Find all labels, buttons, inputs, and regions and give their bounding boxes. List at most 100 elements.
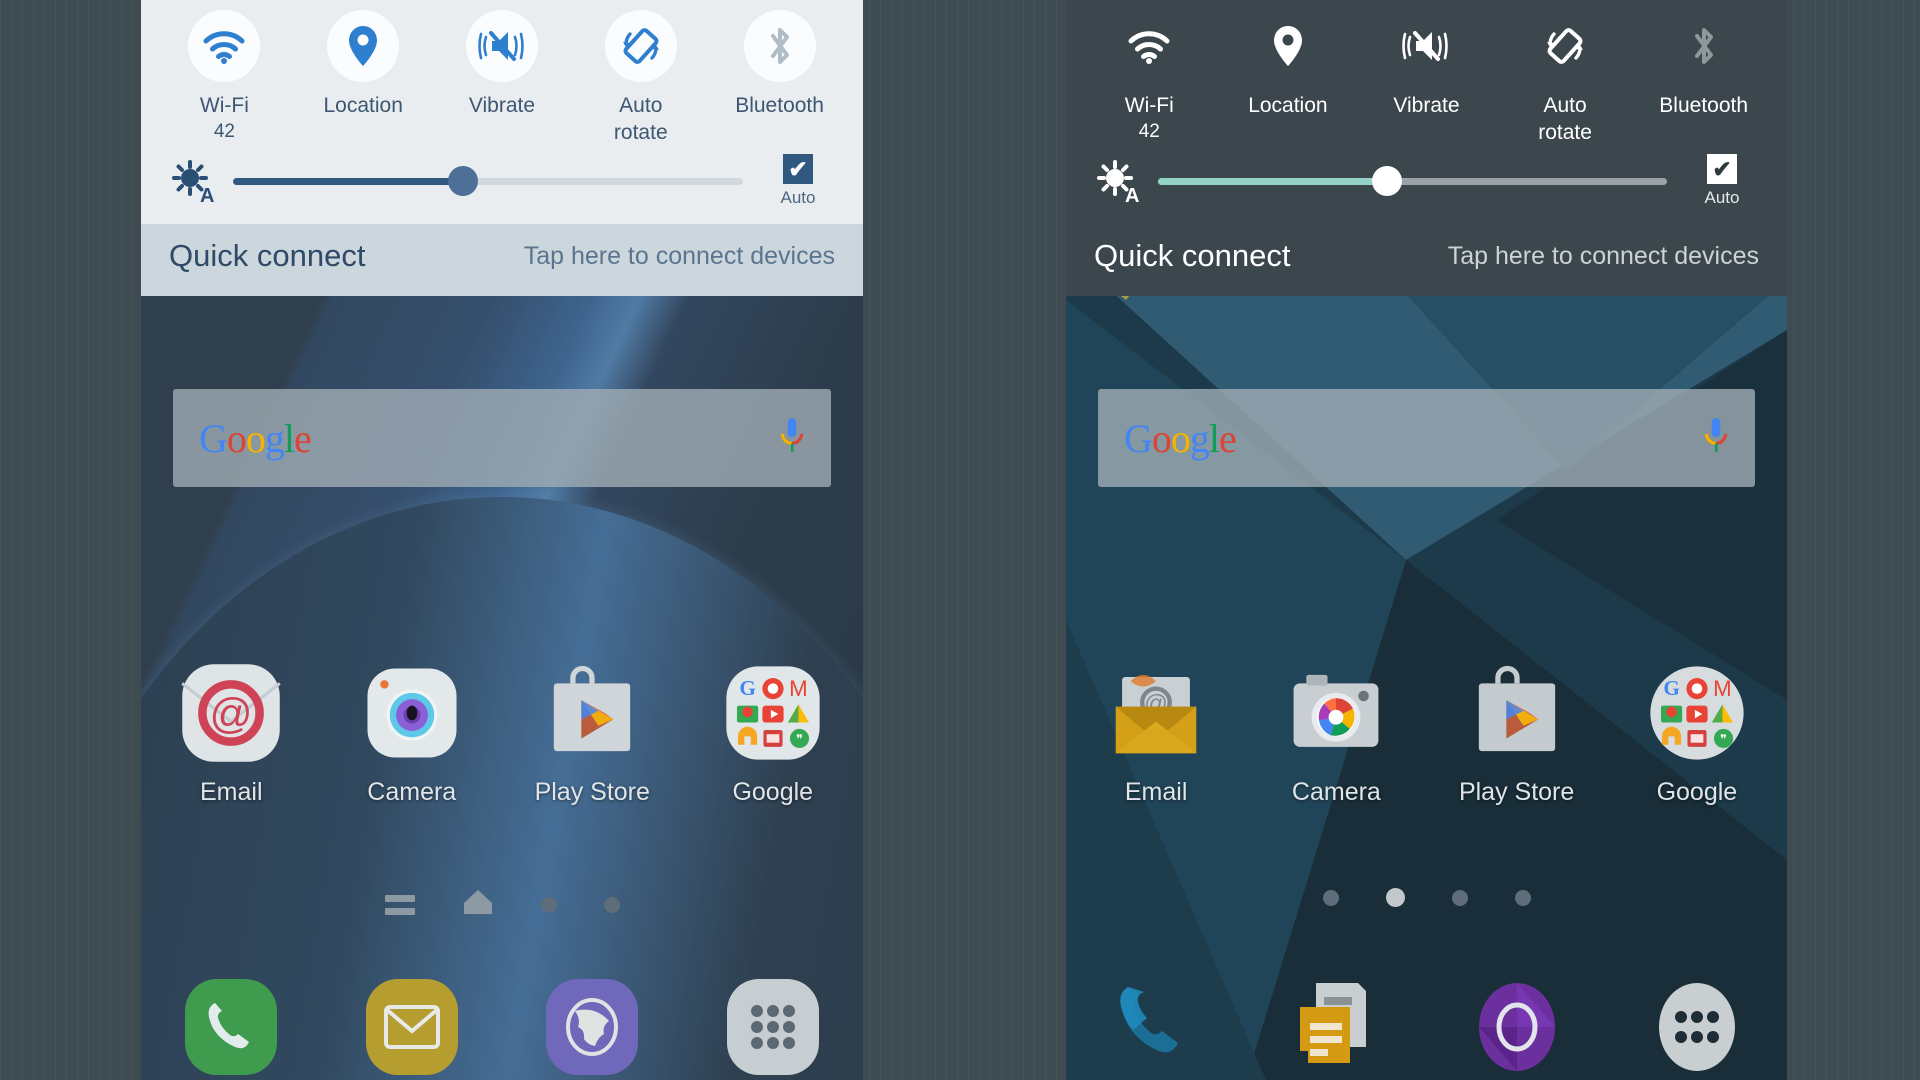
checkbox-checked-icon[interactable]: ✔ xyxy=(783,154,813,184)
auto-rotate-icon xyxy=(604,10,677,82)
app-icon-email[interactable]: @ Email xyxy=(1066,660,1246,807)
microphone-icon[interactable] xyxy=(1703,417,1729,459)
toggle-label: Bluetooth xyxy=(735,94,824,117)
quick-connect-title: Quick connect xyxy=(169,238,366,273)
home-icon[interactable] xyxy=(462,888,494,921)
camera-icon xyxy=(1283,660,1389,766)
auto-rotate-icon xyxy=(1529,10,1601,82)
wifi-icon xyxy=(188,10,261,82)
dock-icon-internet[interactable] xyxy=(502,975,683,1079)
toggle-label: Wi-Fi xyxy=(199,94,249,117)
toggle-location[interactable]: Location xyxy=(304,10,422,119)
dock-icon-messages[interactable] xyxy=(1246,975,1426,1079)
camera-icon xyxy=(359,660,465,766)
dock-icon-messages[interactable] xyxy=(322,975,503,1079)
toggle-bluetooth[interactable]: Bluetooth xyxy=(1645,10,1763,119)
toggle-label: Location xyxy=(1248,94,1328,117)
app-icon-play-store[interactable]: Play Store xyxy=(1427,660,1607,807)
slider-fill xyxy=(1158,177,1388,185)
auto-brightness-toggle[interactable]: ✔ Auto xyxy=(759,154,837,208)
app-label: Play Store xyxy=(534,778,650,806)
svg-text:G: G xyxy=(739,676,755,700)
svg-text:M: M xyxy=(1713,676,1732,701)
app-icon-email[interactable]: @ Email xyxy=(141,660,322,807)
dock-icon-app-drawer[interactable] xyxy=(683,975,864,1079)
app-label: Email xyxy=(199,778,263,806)
toggle-label: Bluetooth xyxy=(1659,94,1749,117)
phone-icon xyxy=(181,975,281,1079)
toggle-location[interactable]: Location xyxy=(1229,10,1347,119)
dock-icon-app-drawer[interactable] xyxy=(1607,975,1787,1079)
toggle-vibrate[interactable]: Vibrate xyxy=(443,10,561,119)
toggle-label: Location xyxy=(323,94,403,117)
chrome-icon xyxy=(1467,975,1567,1079)
app-drawer-icon xyxy=(1647,975,1747,1079)
vibrate-icon xyxy=(1390,10,1462,82)
dock-right xyxy=(1066,975,1787,1079)
google-folder-icon: G M ❞ xyxy=(1644,660,1750,766)
auto-brightness-toggle[interactable]: ✔ Auto xyxy=(1683,154,1761,208)
app-icon-camera[interactable]: Camera xyxy=(1246,660,1426,807)
microphone-icon[interactable] xyxy=(779,417,805,459)
quick-connect-hint: Tap here to connect devices xyxy=(523,241,835,270)
brightness-row-left: A ✔ Auto xyxy=(141,154,863,224)
brightness-slider[interactable] xyxy=(1158,166,1667,196)
location-icon xyxy=(1252,10,1324,82)
dock-icon-chrome[interactable] xyxy=(1427,975,1607,1079)
app-icon-google-folder[interactable]: G M ❞ Google xyxy=(683,660,864,807)
brightness-slider[interactable] xyxy=(233,166,743,196)
toggle-label: Vibrate xyxy=(468,94,536,117)
app-icon-camera[interactable]: Camera xyxy=(322,660,503,807)
quick-settings-panel-right: Wi-Fi 42 Location Vibrate Auto rotate Bl… xyxy=(1066,0,1787,296)
toggle-label: Auto rotate xyxy=(613,94,668,144)
quick-connect-bar-left[interactable]: Quick connect Tap here to connect device… xyxy=(141,224,863,296)
slider-knob[interactable] xyxy=(1372,166,1403,196)
toggle-wifi[interactable]: Wi-Fi 42 xyxy=(165,10,283,145)
wifi-icon xyxy=(1113,10,1185,82)
dock-icon-phone[interactable] xyxy=(1066,975,1246,1079)
quick-connect-bar-right[interactable]: Quick connect Tap here to connect device… xyxy=(1066,224,1787,296)
google-logo: Google xyxy=(199,415,312,461)
dock-icon-phone[interactable] xyxy=(141,975,322,1079)
quick-toggles-row: Wi-Fi 42 Location Vibrate Auto rotate Bl… xyxy=(1066,0,1787,154)
toggle-auto-rotate[interactable]: Auto rotate xyxy=(582,10,700,146)
toggle-auto-rotate[interactable]: Auto rotate xyxy=(1506,10,1624,146)
app-label: Google xyxy=(732,778,814,806)
svg-text:A: A xyxy=(1125,185,1139,204)
slider-knob[interactable] xyxy=(447,166,478,196)
toggle-sublabel: 42 xyxy=(1138,121,1160,142)
svg-text:M: M xyxy=(789,676,808,701)
slider-fill xyxy=(233,177,463,185)
page-dot[interactable] xyxy=(540,896,557,913)
play-store-icon xyxy=(1464,660,1570,766)
toggle-label: Wi-Fi xyxy=(1124,94,1174,117)
dock-left xyxy=(141,975,863,1079)
page-dot[interactable] xyxy=(1514,889,1531,906)
svg-text:❞: ❞ xyxy=(796,732,803,747)
page-dot[interactable] xyxy=(1322,889,1339,906)
app-icon-google-folder[interactable]: G M ❞ Google xyxy=(1607,660,1787,807)
page-indicator-right xyxy=(1066,888,1787,907)
app-label: Camera xyxy=(367,778,457,806)
page-dot[interactable] xyxy=(1451,889,1468,906)
toggle-bluetooth[interactable]: Bluetooth xyxy=(721,10,839,119)
home-app-row-right: @ Email Camera Play Store G M ❞ Google xyxy=(1066,660,1787,807)
messages-icon xyxy=(1286,975,1386,1079)
google-search-widget[interactable]: Google xyxy=(173,389,831,487)
app-icon-play-store[interactable]: Play Store xyxy=(502,660,683,807)
svg-text:@: @ xyxy=(210,690,253,737)
app-label: Email xyxy=(1124,778,1188,806)
app-label: Google xyxy=(1656,778,1738,806)
page-dot-active[interactable] xyxy=(1385,888,1405,907)
apps-list-icon[interactable] xyxy=(384,892,415,918)
auto-label: Auto xyxy=(780,188,816,207)
bluetooth-icon xyxy=(743,10,816,82)
page-dot[interactable] xyxy=(603,896,620,913)
google-search-widget[interactable]: Google xyxy=(1098,389,1755,487)
toggle-wifi[interactable]: Wi-Fi 42 xyxy=(1090,10,1208,145)
toggle-vibrate[interactable]: Vibrate xyxy=(1367,10,1485,119)
page-indicator-left xyxy=(141,888,863,921)
svg-text:❞: ❞ xyxy=(1720,732,1727,747)
toggle-sublabel: 42 xyxy=(213,121,235,142)
checkbox-checked-icon[interactable]: ✔ xyxy=(1707,154,1737,184)
